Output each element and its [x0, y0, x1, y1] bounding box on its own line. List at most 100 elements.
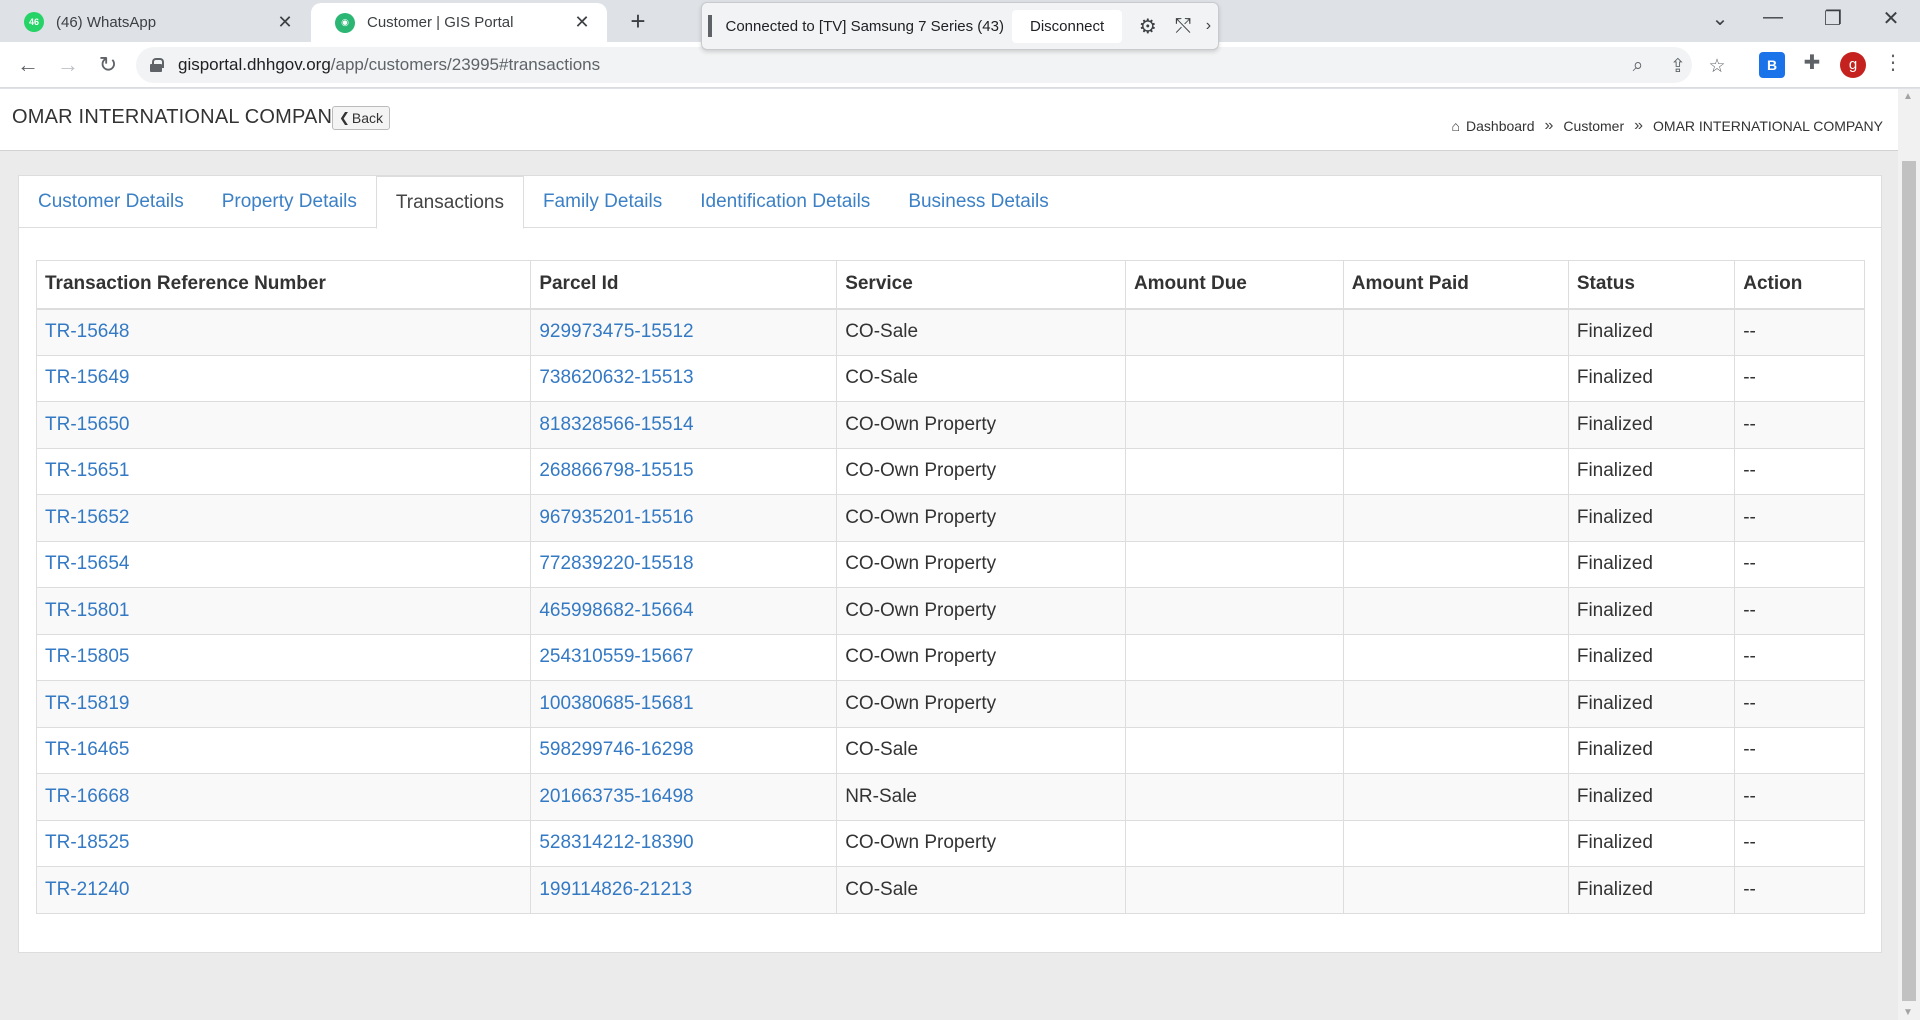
status-cell: Finalized [1567, 819, 1736, 867]
transaction-ref-cell: TR-15649 [35, 354, 532, 402]
tab-identification-details[interactable]: Identification Details [681, 176, 889, 228]
bookmark-star-icon[interactable]: ☆ [1705, 55, 1729, 78]
browser-tab-whatsapp[interactable]: 46 (46) WhatsApp ✕ [0, 2, 310, 42]
scroll-up-arrow-icon[interactable]: ▲ [1903, 91, 1913, 102]
breadcrumb: ⌂ Dashboard » Customer » OMAR INTERNATIO… [1452, 117, 1883, 135]
new-tab-button[interactable]: + [622, 6, 654, 37]
parcel-id-link[interactable]: 528314212-18390 [539, 832, 693, 853]
back-arrow-icon[interactable]: ← [14, 51, 42, 79]
table-row: TR-15650 818328566-15514 CO-Own Property Fi… [35, 401, 1865, 449]
reload-icon[interactable]: ↻ [94, 51, 122, 79]
drag-handle[interactable] [708, 15, 712, 37]
status-cell: Finalized [1567, 726, 1736, 774]
scroll-down-arrow-icon[interactable]: ▼ [1903, 1007, 1913, 1018]
table-row: TR-15805 254310559-15667 CO-Own Property Fi… [35, 633, 1865, 681]
parcel-id-link[interactable]: 268866798-15515 [539, 460, 693, 481]
parcel-id-link[interactable]: 929973475-15512 [539, 321, 693, 342]
parcel-id-link[interactable]: 598299746-16298 [539, 739, 693, 760]
parcel-id-link[interactable]: 201663735-16498 [539, 786, 693, 807]
transaction-ref-link[interactable]: TR-15652 [45, 507, 130, 528]
address-bar[interactable]: gisportal.dhhgov.org/app/customers/23995… [136, 47, 1726, 83]
avatar[interactable]: g [1840, 52, 1866, 78]
page-scrollbar[interactable]: ▲ ▼ [1898, 89, 1920, 1020]
action-cell: -- [1734, 447, 1865, 495]
disconnect-button[interactable]: Disconnect [1011, 9, 1123, 43]
transaction-ref-link[interactable]: TR-15650 [45, 414, 130, 435]
back-button[interactable]: ❮ Back [332, 106, 391, 130]
tab-customer-details[interactable]: Customer Details [19, 176, 203, 228]
menu-icon[interactable]: ⋮ [1880, 50, 1906, 76]
window-close-button[interactable]: ✕ [1871, 6, 1911, 31]
gear-icon[interactable]: ⚙ [1138, 14, 1157, 39]
parcel-id-link[interactable]: 738620632-15513 [539, 367, 693, 388]
table-row: TR-15654 772839220-15518 CO-Own Property Fi… [35, 540, 1865, 588]
tab-family-details[interactable]: Family Details [524, 176, 681, 228]
column-header: Action [1734, 260, 1865, 310]
transaction-ref-link[interactable]: TR-15651 [45, 460, 130, 481]
amount-due-cell [1124, 680, 1344, 728]
transaction-ref-link[interactable]: TR-15648 [45, 321, 130, 342]
parcel-id-link[interactable]: 818328566-15514 [539, 414, 693, 435]
tab-business-details[interactable]: Business Details [889, 176, 1067, 228]
parcel-id-cell: 772839220-15518 [530, 540, 838, 588]
browser-tab-gis-portal[interactable]: ◉ Customer | GIS Portal ✕ [311, 3, 607, 42]
transaction-ref-link[interactable]: TR-15819 [45, 693, 130, 714]
transaction-ref-cell: TR-15801 [35, 587, 532, 635]
parcel-id-link[interactable]: 772839220-15518 [539, 553, 693, 574]
transaction-ref-cell: TR-15651 [35, 447, 532, 495]
amount-paid-cell [1342, 866, 1569, 914]
parcel-id-link[interactable]: 199114826-21213 [539, 879, 692, 900]
table-row: TR-18525 528314212-18390 CO-Own Property Fi… [35, 819, 1865, 867]
forward-arrow-icon[interactable]: → [54, 51, 82, 79]
status-cell: Finalized [1567, 540, 1736, 588]
parcel-id-link[interactable]: 100380685-15681 [539, 693, 693, 714]
parcel-id-link[interactable]: 465998682-15664 [539, 600, 693, 621]
breadcrumb-dashboard[interactable]: Dashboard [1466, 118, 1535, 134]
action-cell: -- [1734, 540, 1865, 588]
table-body: TR-15648 929973475-15512 CO-Sale Finalized -… [35, 308, 1865, 914]
table-header-row: Transaction Reference Number Parcel Id S… [35, 260, 1865, 310]
share-icon[interactable]: ⇪ [1666, 55, 1690, 78]
transaction-ref-link[interactable]: TR-15649 [45, 367, 130, 388]
breadcrumb-customer[interactable]: Customer [1563, 118, 1624, 134]
scrollbar-thumb[interactable] [1902, 161, 1916, 1001]
action-cell: -- [1734, 308, 1865, 356]
parcel-id-cell: 967935201-15516 [530, 494, 838, 542]
puzzle-icon[interactable]: ✚ [1799, 50, 1825, 76]
action-cell: -- [1734, 773, 1865, 821]
action-cell: -- [1734, 866, 1865, 914]
table-row: TR-15648 929973475-15512 CO-Sale Finalized -… [35, 308, 1865, 356]
close-icon[interactable]: ✕ [571, 12, 593, 33]
transaction-ref-link[interactable]: TR-15801 [45, 600, 130, 621]
transaction-ref-cell: TR-15654 [35, 540, 532, 588]
lock-icon[interactable] [150, 58, 164, 72]
transaction-ref-link[interactable]: TR-18525 [45, 832, 130, 853]
restore-button[interactable]: ❐ [1813, 6, 1853, 31]
service-cell: CO-Own Property [836, 494, 1126, 542]
tab-property-details[interactable]: Property Details [203, 176, 376, 228]
extension-icon[interactable]: B [1759, 52, 1785, 78]
transaction-ref-link[interactable]: TR-15805 [45, 646, 130, 667]
transactions-table: Transaction Reference Number Parcel Id S… [35, 260, 1865, 914]
tab-search-icon[interactable]: ⌄ [1700, 6, 1740, 31]
amount-paid-cell [1342, 401, 1569, 449]
parcel-id-link[interactable]: 254310559-15667 [539, 646, 693, 667]
tab-transactions[interactable]: Transactions [375, 176, 524, 229]
amount-due-cell [1124, 587, 1344, 635]
parcel-id-cell: 598299746-16298 [530, 726, 838, 774]
transaction-ref-link[interactable]: TR-21240 [45, 879, 130, 900]
breadcrumb-current: OMAR INTERNATIONAL COMPANY [1653, 118, 1883, 134]
transaction-ref-link[interactable]: TR-16465 [45, 739, 130, 760]
close-icon[interactable]: ✕ [274, 12, 296, 33]
parcel-id-link[interactable]: 967935201-15516 [539, 507, 693, 528]
transaction-ref-link[interactable]: TR-15654 [45, 553, 130, 574]
zoom-icon[interactable]: ⌕ [1626, 55, 1650, 77]
chevron-right-icon[interactable]: › [1199, 17, 1218, 35]
minimize-button[interactable]: — [1753, 6, 1793, 29]
transaction-ref-link[interactable]: TR-16668 [45, 786, 130, 807]
status-cell: Finalized [1567, 587, 1736, 635]
column-header: Status [1567, 260, 1736, 310]
cast-off-icon[interactable]: ⤲ [1173, 15, 1192, 38]
table-row: TR-15801 465998682-15664 CO-Own Property Fi… [35, 587, 1865, 635]
status-cell: Finalized [1567, 447, 1736, 495]
